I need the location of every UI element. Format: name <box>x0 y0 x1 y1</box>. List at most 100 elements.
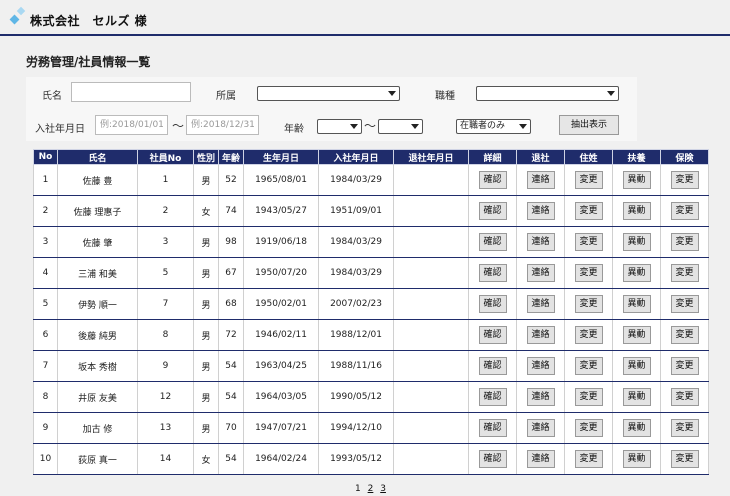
address-change-button[interactable]: 変更 <box>574 264 603 282</box>
hire-date-from-input[interactable] <box>95 115 168 135</box>
column-header-hire-date: 入社年月日 <box>318 149 394 165</box>
table-row: 2 佐藤 理惠子 2 女 74 1943/05/27 1951/09/01 確認 連絡 変更 異動変… <box>33 195 709 227</box>
leave-action-cell: 連絡 <box>516 288 565 320</box>
leave-contact-button[interactable]: 連絡 <box>526 171 555 189</box>
hire-date-cell: 1988/11/16 <box>318 350 394 382</box>
extract-button[interactable]: 抽出表示 <box>559 115 619 135</box>
hire-date-cell: 1994/12/10 <box>318 412 394 444</box>
age-to-select[interactable] <box>378 119 423 134</box>
birth-date-cell: 1943/05/27 <box>243 195 319 227</box>
insurance-change-button[interactable]: 変更 <box>670 450 699 468</box>
insurance-action-cell: 変更 <box>660 412 709 444</box>
chevron-down-icon <box>411 124 419 129</box>
address-change-button[interactable]: 変更 <box>574 233 603 251</box>
address-change-button[interactable]: 変更 <box>574 450 603 468</box>
leave-contact-button[interactable]: 連絡 <box>526 357 555 375</box>
age-cell: 67 <box>218 257 244 289</box>
insurance-change-button[interactable]: 変更 <box>670 388 699 406</box>
column-header-employee-no: 社員No <box>137 149 194 165</box>
address-change-button[interactable]: 変更 <box>574 295 603 313</box>
leave-contact-button[interactable]: 連絡 <box>526 326 555 344</box>
dependent-transfer-button[interactable]: 異動 <box>622 450 651 468</box>
dependent-action-cell: 異動 <box>612 226 661 258</box>
address-change-button[interactable]: 変更 <box>574 419 603 437</box>
dependent-transfer-button[interactable]: 異動 <box>622 202 651 220</box>
address-action-cell: 変更 <box>564 412 613 444</box>
name-input[interactable] <box>71 82 191 102</box>
employee-name-cell: 井原 友美 <box>57 381 138 413</box>
insurance-change-button[interactable]: 変更 <box>670 295 699 313</box>
dependent-transfer-button[interactable]: 異動 <box>622 233 651 251</box>
dependent-transfer-button[interactable]: 異動 <box>622 419 651 437</box>
detail-confirm-button[interactable]: 確認 <box>478 388 507 406</box>
dependent-transfer-button[interactable]: 異動 <box>622 357 651 375</box>
detail-confirm-button[interactable]: 確認 <box>478 264 507 282</box>
gender-cell: 男 <box>193 164 219 196</box>
leave-date-cell <box>393 257 469 289</box>
dependent-transfer-button[interactable]: 異動 <box>622 326 651 344</box>
age-cell: 70 <box>218 412 244 444</box>
gender-cell: 男 <box>193 257 219 289</box>
detail-confirm-button[interactable]: 確認 <box>478 357 507 375</box>
column-header-detail: 詳細 <box>468 149 517 165</box>
age-from-select[interactable] <box>317 119 362 134</box>
row-number-cell: 10 <box>33 443 58 475</box>
leave-contact-button[interactable]: 連絡 <box>526 295 555 313</box>
dependent-transfer-button[interactable]: 異動 <box>622 295 651 313</box>
leave-date-cell <box>393 195 469 227</box>
address-change-button[interactable]: 変更 <box>574 171 603 189</box>
detail-confirm-button[interactable]: 確認 <box>478 171 507 189</box>
address-change-button[interactable]: 変更 <box>574 326 603 344</box>
leave-contact-button[interactable]: 連絡 <box>526 264 555 282</box>
employment-status-select[interactable]: 在職者のみ <box>456 119 531 134</box>
chevron-down-icon <box>350 124 358 129</box>
detail-confirm-button[interactable]: 確認 <box>478 202 507 220</box>
birth-date-cell: 1964/02/24 <box>243 443 319 475</box>
insurance-change-button[interactable]: 変更 <box>670 233 699 251</box>
insurance-change-button[interactable]: 変更 <box>670 202 699 220</box>
leave-date-cell <box>393 288 469 320</box>
dependent-transfer-button[interactable]: 異動 <box>622 171 651 189</box>
insurance-change-button[interactable]: 変更 <box>670 357 699 375</box>
pager-page-link[interactable]: 3 <box>380 484 386 494</box>
leave-contact-button[interactable]: 連絡 <box>526 233 555 251</box>
page-title: 労務管理/社員情報一覧 <box>26 55 151 69</box>
dept-select[interactable] <box>257 86 400 101</box>
leave-action-cell: 連絡 <box>516 164 565 196</box>
address-action-cell: 変更 <box>564 350 613 382</box>
insurance-change-button[interactable]: 変更 <box>670 171 699 189</box>
address-change-button[interactable]: 変更 <box>574 202 603 220</box>
detail-confirm-button[interactable]: 確認 <box>478 233 507 251</box>
address-change-button[interactable]: 変更 <box>574 357 603 375</box>
detail-confirm-button[interactable]: 確認 <box>478 326 507 344</box>
leave-date-cell <box>393 350 469 382</box>
leave-date-cell <box>393 319 469 351</box>
dependent-transfer-button[interactable]: 異動 <box>622 264 651 282</box>
insurance-change-button[interactable]: 変更 <box>670 264 699 282</box>
column-header-address: 住姓 <box>564 149 613 165</box>
hire-date-to-input[interactable] <box>186 115 259 135</box>
dependent-transfer-button[interactable]: 異動 <box>622 388 651 406</box>
detail-confirm-button[interactable]: 確認 <box>478 419 507 437</box>
leave-action-cell: 連絡 <box>516 412 565 444</box>
birth-date-cell: 1963/04/25 <box>243 350 319 382</box>
leave-contact-button[interactable]: 連絡 <box>526 450 555 468</box>
job-select[interactable] <box>476 86 619 101</box>
birth-date-cell: 1950/02/01 <box>243 288 319 320</box>
address-change-button[interactable]: 変更 <box>574 388 603 406</box>
pager-page-link[interactable]: 2 <box>368 484 374 494</box>
leave-contact-button[interactable]: 連絡 <box>526 419 555 437</box>
insurance-change-button[interactable]: 変更 <box>670 326 699 344</box>
employee-name-cell: 三浦 和美 <box>57 257 138 289</box>
leave-contact-button[interactable]: 連絡 <box>526 388 555 406</box>
employee-number-cell: 9 <box>137 350 194 382</box>
leave-contact-button[interactable]: 連絡 <box>526 202 555 220</box>
gender-cell: 男 <box>193 381 219 413</box>
detail-confirm-button[interactable]: 確認 <box>478 295 507 313</box>
employee-number-cell: 12 <box>137 381 194 413</box>
insurance-change-button[interactable]: 変更 <box>670 419 699 437</box>
detail-confirm-button[interactable]: 確認 <box>478 450 507 468</box>
birth-date-cell: 1946/02/11 <box>243 319 319 351</box>
column-header-name: 氏名 <box>57 149 138 165</box>
search-panel: 氏名 所属 職種 入社年月日 〜 年齢 〜 在職者のみ 抽出表示 <box>26 77 637 141</box>
